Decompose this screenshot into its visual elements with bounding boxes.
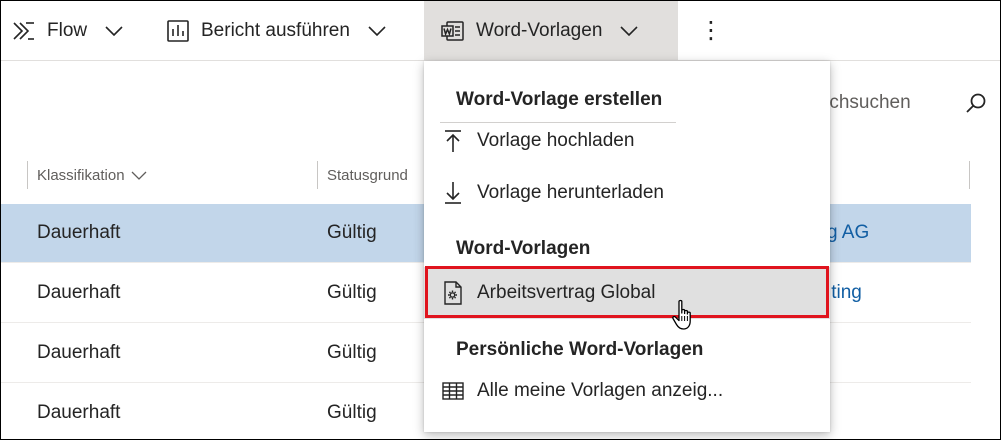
chevron-down-icon xyxy=(368,25,386,36)
menu-item-upload-template[interactable]: Vorlage hochladen xyxy=(424,116,830,166)
word-templates-button[interactable]: Word-Vorlagen xyxy=(424,1,678,60)
report-icon xyxy=(165,18,191,44)
column-header-klassifikation[interactable]: Klassifikation xyxy=(37,157,147,193)
column-separator xyxy=(27,161,28,189)
cell-statusgrund: Gültig xyxy=(327,342,377,363)
column-separator xyxy=(969,161,970,189)
cell-link[interactable]: lting xyxy=(827,282,862,304)
hand-pointer-icon xyxy=(670,299,698,333)
command-bar: Flow Bericht ausführen Word-Vorlagen ⋮ xyxy=(1,1,1000,61)
cell-klassifikation: Dauerhaft xyxy=(37,342,121,363)
cell-klassifikation: Dauerhaft xyxy=(37,402,121,423)
word-templates-menu: Word-Vorlage erstellen Vorlage hochladen xyxy=(424,61,830,432)
menu-item-all-my-templates[interactable]: Alle meine Vorlagen anzeig... xyxy=(424,366,830,416)
chevron-down-icon xyxy=(620,25,638,36)
menu-section-create: Word-Vorlage erstellen xyxy=(456,89,663,110)
menu-item-download-template[interactable]: Vorlage herunterladen xyxy=(424,168,830,218)
word-templates-label: Word-Vorlagen xyxy=(476,19,603,41)
chevron-down-icon xyxy=(131,171,147,180)
upload-arrow-icon xyxy=(442,128,464,154)
chevron-down-icon xyxy=(105,25,123,36)
word-icon xyxy=(440,18,466,44)
more-commands-button[interactable]: ⋮ xyxy=(698,1,724,60)
table-grid-icon xyxy=(442,378,464,404)
run-report-label: Bericht ausführen xyxy=(201,19,350,41)
cell-link[interactable]: g AG xyxy=(827,222,869,244)
flow-button[interactable]: Flow xyxy=(11,1,123,60)
column-header-label: Statusgrund xyxy=(327,166,408,184)
run-report-button[interactable]: Bericht ausführen xyxy=(165,1,386,60)
highlight-box xyxy=(425,266,829,318)
column-header-label: Klassifikation xyxy=(37,166,125,184)
app-window: Flow Bericht ausführen Word-Vorlagen ⋮ r… xyxy=(0,0,1001,440)
flow-icon xyxy=(11,18,37,44)
column-header-statusgrund[interactable]: Statusgrund xyxy=(327,157,408,193)
cell-statusgrund: Gültig xyxy=(327,402,377,423)
more-icon: ⋮ xyxy=(699,17,723,44)
cell-statusgrund: Gültig xyxy=(327,222,377,243)
menu-item-label: Vorlage hochladen xyxy=(477,130,635,151)
search-icon[interactable] xyxy=(961,92,991,114)
menu-item-label: Alle meine Vorlagen anzeig... xyxy=(477,380,724,401)
download-arrow-icon xyxy=(442,180,464,206)
menu-section-personal: Persönliche Word-Vorlagen xyxy=(456,339,704,360)
menu-item-label: Vorlage herunterladen xyxy=(477,182,664,203)
menu-section-templates: Word-Vorlagen xyxy=(456,238,591,259)
column-separator xyxy=(317,161,318,189)
cell-klassifikation: Dauerhaft xyxy=(37,282,121,303)
flow-label: Flow xyxy=(47,19,88,41)
cell-klassifikation: Dauerhaft xyxy=(37,222,121,243)
cell-statusgrund: Gültig xyxy=(327,282,377,303)
